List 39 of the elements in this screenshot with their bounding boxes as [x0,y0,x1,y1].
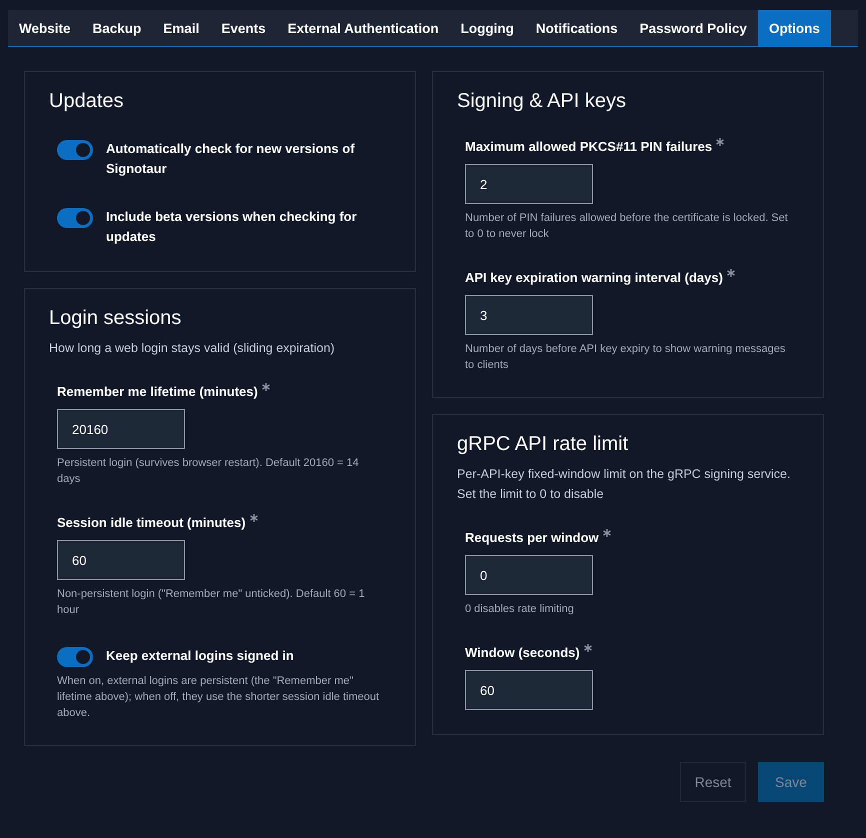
help-text: Number of PIN failures allowed before the certificate is locked. Set to 0 to never lock [465,211,789,242]
help-text: Persistent login (survives browser restart). Default 20160 = 14 days [57,456,360,487]
help-text: When on, external logins are persistent (the "Remember me" lifetime above); when off, they use the shorter session idle timeout above. [57,674,380,721]
toggle-label: Include beta versions when checking for updates [106,208,358,246]
toggle-label: Automatically check for new versions of Signotaur [106,140,356,178]
input-field[interactable]: 60 [57,540,185,580]
help-text: Non-persistent login ("Remember me" unticked). Default 60 = 1 hour [57,587,366,618]
tab[interactable]: External Authentication [276,10,450,46]
card-title: gRPC API rate limit [457,433,630,456]
field-label: Maximum allowed PKCS#11 PIN failures [465,139,712,154]
tab[interactable]: Options [758,10,831,46]
tab[interactable]: Notifications [524,10,629,46]
card-title: Updates [49,90,124,113]
tab[interactable]: Password Policy [628,10,758,46]
toggle-switch[interactable] [57,208,93,228]
field-label: API key expiration warning interval (days) [465,270,723,285]
help-text: Number of days before API key expiry to show warning messages to clients [465,342,786,373]
tab[interactable]: Backup [82,10,152,46]
toggle-label: Keep external logins signed in [106,647,294,665]
card-description: How long a web login stays valid (sliding expiration) [49,340,336,357]
card-description: Per-API-key fixed-window limit on the gRPC signing service. Set the limit to 0 to disable [457,466,792,503]
input-field[interactable]: 60 [465,670,593,710]
toggle-switch[interactable] [57,140,93,160]
tab[interactable]: Events [210,10,277,46]
field-label: Session idle timeout (minutes) [57,515,246,530]
field-label: Window (seconds) [465,645,580,660]
tab[interactable]: Website [8,10,82,46]
field-label: Requests per window [465,530,599,545]
input-field[interactable]: 3 [465,295,593,335]
input-field[interactable]: 2 [465,164,593,204]
input-field[interactable]: 20160 [57,409,185,449]
tab[interactable]: Logging [450,10,525,46]
help-text: 0 disables rate limiting [465,602,575,617]
tab[interactable]: Email [152,10,210,46]
card-title: Signing & API keys [457,90,627,113]
field-label: Remember me lifetime (minutes) [57,384,258,399]
input-field[interactable]: 0 [465,555,593,595]
toggle-switch[interactable] [57,647,93,667]
card-title: Login sessions [49,307,182,330]
